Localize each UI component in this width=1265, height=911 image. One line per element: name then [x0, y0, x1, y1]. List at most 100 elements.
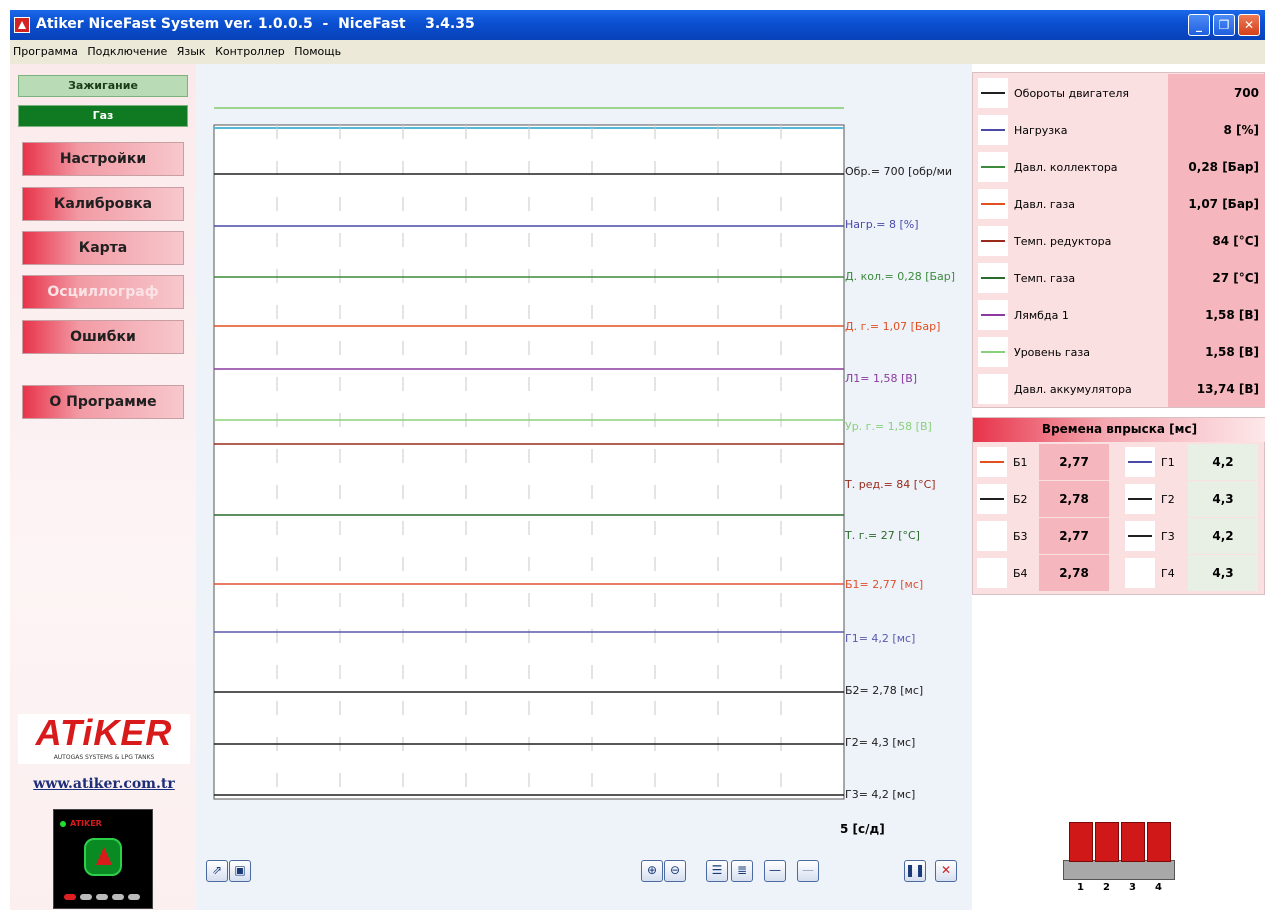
parameter-value: 1,07 [Бар] [1168, 185, 1265, 222]
gas-injection-time: 4,2 [1188, 444, 1258, 480]
nav-calibration-button[interactable]: Калибровка [22, 187, 184, 221]
minimize-button[interactable]: _ [1188, 14, 1210, 36]
trace-color-swatch[interactable] [978, 226, 1008, 256]
parameter-name: Давл. аккумулятора [1014, 383, 1132, 396]
logo-wordmark: ATiKER [35, 712, 173, 753]
line-single-icon[interactable]: — [764, 860, 786, 882]
website-link[interactable]: www.atiker.com.tr [18, 776, 190, 792]
nav-oscilloscope-button[interactable]: Осциллограф [22, 275, 184, 309]
injection-times-panel: Времена впрыска [мс] Б1 2,77 Г1 4,2 Б2 2,78 Г2… [972, 417, 1265, 595]
petrol-injector-swatch[interactable] [977, 484, 1007, 514]
gas-injector-swatch[interactable] [1125, 447, 1155, 477]
menu-help[interactable]: Помощь [291, 40, 344, 58]
parameter-name: Темп. редуктора [1014, 235, 1112, 248]
petrol-injector-swatch[interactable] [977, 447, 1007, 477]
trace-color-swatch[interactable] [978, 300, 1008, 330]
app-icon [14, 17, 30, 33]
gas-injector-swatch[interactable] [1125, 521, 1155, 551]
parameter-name: Уровень газа [1014, 346, 1090, 359]
parameter-name: Обороты двигателя [1014, 87, 1130, 100]
injection-row: Б1 2,77 Г1 4,2 [973, 444, 1265, 480]
controller-device-image: ATIKER [53, 809, 153, 909]
injection-row: Б2 2,78 Г2 4,3 [973, 481, 1265, 517]
stop-icon[interactable]: ✕ [935, 860, 957, 882]
petrol-injector-name: Б4 [1013, 567, 1028, 580]
petrol-injection-time: 2,77 [1039, 444, 1109, 480]
parameter-row: Лямбда 1 1,58 [В] [973, 296, 1265, 333]
save-icon[interactable]: ▣ [229, 860, 251, 882]
injector-icon [1121, 822, 1145, 862]
nav-map-button[interactable]: Карта [22, 231, 184, 265]
parameter-value: 1,58 [В] [1168, 333, 1265, 370]
left-panel: Зажигание Газ Настройки Калибровка Карта… [10, 64, 196, 910]
channel-label: Т. ред.= 84 [°C] [845, 478, 936, 491]
petrol-injection-time: 2,78 [1039, 555, 1109, 591]
trace-color-swatch[interactable] [978, 78, 1008, 108]
parameter-value: 0,28 [Бар] [1168, 148, 1265, 185]
parameter-value: 13,74 [В] [1168, 370, 1265, 407]
parameter-row: Давл. газа 1,07 [Бар] [973, 185, 1265, 222]
device-brand-label: ATIKER [70, 819, 102, 828]
parameter-row: Нагрузка 8 [%] [973, 111, 1265, 148]
nav-errors-button[interactable]: Ошибки [22, 320, 184, 354]
petrol-injection-time: 2,77 [1039, 518, 1109, 554]
gas-mode-button[interactable]: Газ [18, 105, 188, 127]
trace-color-swatch[interactable] [978, 189, 1008, 219]
menu-connection[interactable]: Подключение [84, 40, 170, 58]
channel-label: Б1= 2,77 [мс] [845, 578, 924, 591]
petrol-injector-name: Б2 [1013, 493, 1028, 506]
trace-color-swatch[interactable] [978, 374, 1008, 404]
title-bar: Atiker NiceFast System ver. 1.0.0.5 - Ni… [10, 10, 1265, 40]
menu-program[interactable]: Программа [10, 40, 81, 58]
lines-few-icon[interactable]: ☰ [706, 860, 728, 882]
injector-number: 3 [1129, 882, 1136, 893]
menu-bar: Программа Подключение Язык Контроллер По… [10, 40, 1265, 64]
trace-color-swatch[interactable] [978, 337, 1008, 367]
petrol-injector-swatch[interactable] [977, 521, 1007, 551]
gas-injector-name: Г1 [1161, 456, 1175, 469]
gas-injection-time: 4,3 [1188, 555, 1258, 591]
gas-injection-time: 4,3 [1188, 481, 1258, 517]
channel-label: Д. г.= 1,07 [Бар] [845, 320, 941, 333]
pause-icon[interactable]: ❚❚ [904, 860, 926, 882]
injection-times-title: Времена впрыска [мс] [973, 418, 1265, 442]
close-button[interactable]: ✕ [1238, 14, 1260, 36]
channel-label: Г1= 4,2 [мс] [845, 632, 916, 645]
gas-injector-name: Г4 [1161, 567, 1175, 580]
atiker-logo: ATiKER AUTOGAS SYSTEMS & LPG TANKS [18, 714, 190, 764]
parameter-row: Темп. редуктора 84 [°C] [973, 222, 1265, 259]
petrol-injector-name: Б3 [1013, 530, 1028, 543]
menu-controller[interactable]: Контроллер [212, 40, 288, 58]
injector-number: 4 [1155, 882, 1162, 893]
open-icon[interactable]: ⇗ [206, 860, 228, 882]
time-scale-label: 5 [с/д] [840, 822, 885, 836]
nav-settings-button[interactable]: Настройки [22, 142, 184, 176]
channel-label: Л1= 1,58 [В] [845, 372, 918, 385]
channel-label: Обр.= 700 [обр/ми [845, 165, 953, 178]
trace-color-swatch[interactable] [978, 152, 1008, 182]
menu-language[interactable]: Язык [174, 40, 209, 58]
parameter-value: 84 [°C] [1168, 222, 1265, 259]
gas-injector-swatch[interactable] [1125, 484, 1155, 514]
petrol-injection-time: 2,78 [1039, 481, 1109, 517]
channel-label: Нагр.= 8 [%] [845, 218, 919, 231]
zoom-out-icon[interactable]: ⊖ [664, 860, 686, 882]
parameter-value: 1,58 [В] [1168, 296, 1265, 333]
lines-many-icon[interactable]: ≣ [731, 860, 753, 882]
line-disabled-icon[interactable]: — [797, 860, 819, 882]
petrol-injector-swatch[interactable] [977, 558, 1007, 588]
injector-icon [1147, 822, 1171, 862]
zoom-in-icon[interactable]: ⊕ [641, 860, 663, 882]
gas-injection-time: 4,2 [1188, 518, 1258, 554]
nav-about-button[interactable]: О Программе [22, 385, 184, 419]
injector-icon [1069, 822, 1093, 862]
trace-color-swatch[interactable] [978, 115, 1008, 145]
channel-label: Ур. г.= 1,58 [В] [845, 420, 932, 433]
gas-injector-swatch[interactable] [1125, 558, 1155, 588]
gas-injector-name: Г2 [1161, 493, 1175, 506]
channel-label: Б2= 2,78 [мс] [845, 684, 924, 697]
ignition-mode-button[interactable]: Зажигание [18, 75, 188, 97]
trace-color-swatch[interactable] [978, 263, 1008, 293]
maximize-button[interactable]: ❐ [1213, 14, 1235, 36]
parameter-name: Давл. коллектора [1014, 161, 1118, 174]
